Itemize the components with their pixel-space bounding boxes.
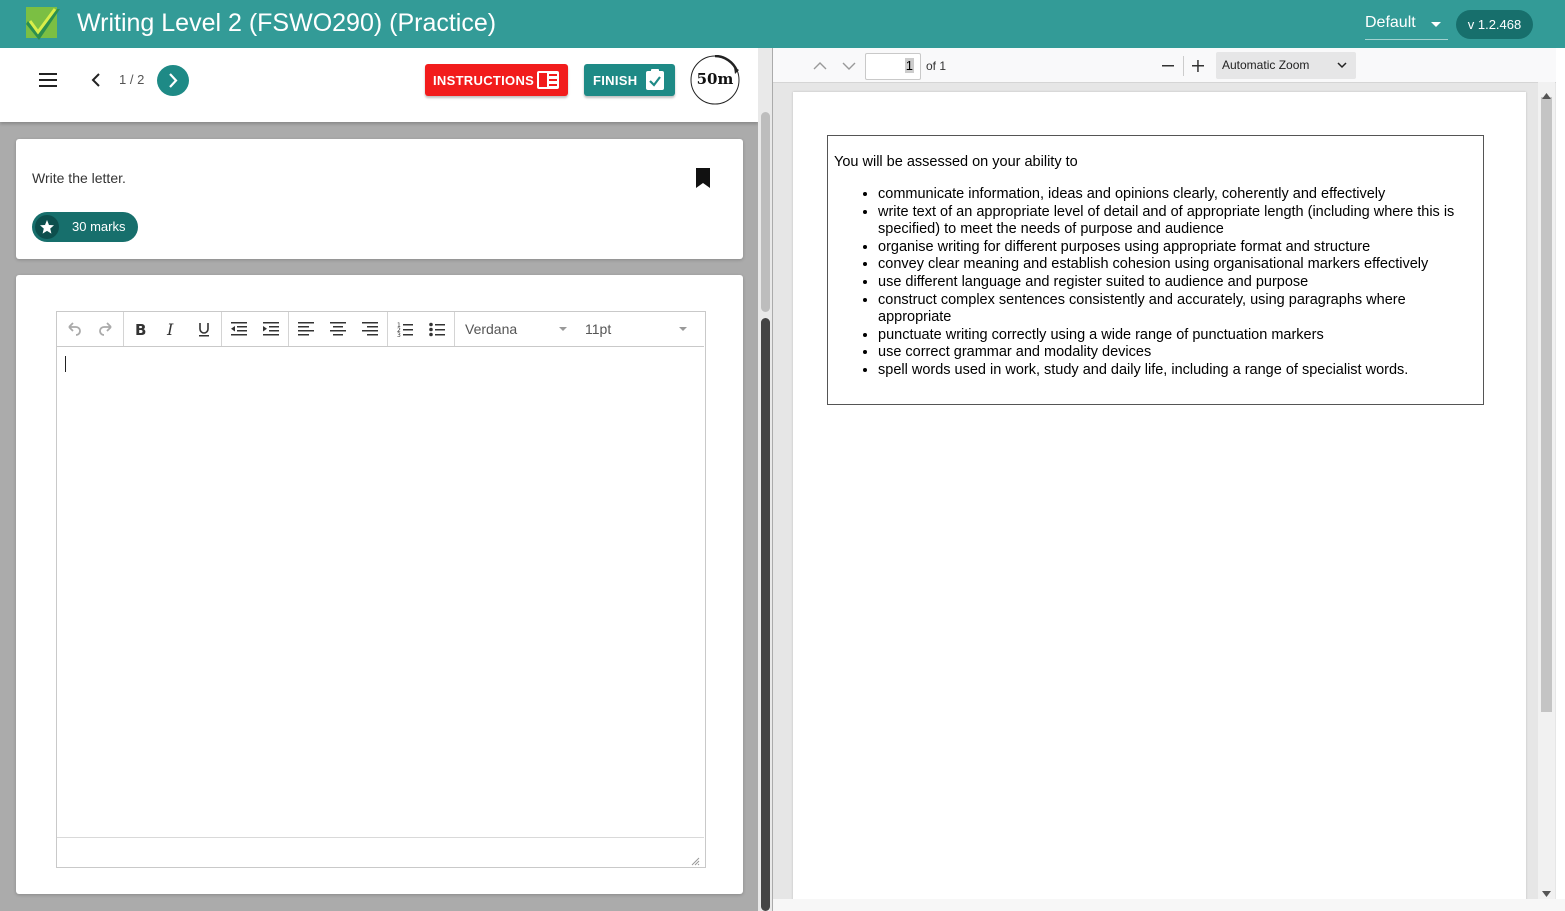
scrollbar-track-upper [761, 112, 770, 312]
bold-icon[interactable]: B [124, 312, 156, 346]
font-family-value: Verdana [465, 321, 518, 337]
list-item: use correct grammar and modality devices [878, 344, 1474, 362]
svg-text:3: 3 [397, 332, 401, 337]
editor-toolbar: B I 123 Verdana 11pt [57, 312, 704, 347]
zoom-in-icon[interactable] [1190, 58, 1206, 74]
question-text: Write the letter. [32, 170, 126, 186]
document-icon [537, 71, 559, 89]
app-title: Writing Level 2 (FSWO290) (Practice) [77, 9, 497, 37]
chevron-down-icon [679, 327, 687, 331]
list-item: punctuate writing correctly using a wide… [878, 327, 1474, 345]
svg-text:I: I [166, 321, 174, 337]
chevron-right-icon [169, 73, 178, 88]
zoom-select[interactable]: Automatic Zoom [1216, 52, 1356, 79]
next-page-icon[interactable] [841, 59, 857, 73]
chevron-down-icon [1337, 62, 1347, 69]
zoom-out-icon[interactable] [1160, 59, 1176, 73]
align-center-icon[interactable] [322, 312, 354, 346]
timer-label: 50m [696, 70, 734, 88]
chevron-down-icon [559, 327, 567, 331]
window-edge [1556, 48, 1565, 911]
toolbar-divider [1183, 56, 1184, 76]
scrollbar-thumb[interactable] [761, 318, 770, 911]
timer: 50m [690, 54, 740, 105]
chevron-down-icon [1431, 22, 1441, 27]
indent-icon[interactable] [255, 312, 287, 346]
instructions-button[interactable]: INSTRUCTIONS [425, 64, 568, 96]
underline-icon[interactable] [188, 312, 220, 346]
font-size-value: 11pt [585, 321, 612, 337]
scroll-up-arrow-icon[interactable] [1542, 86, 1551, 104]
theme-select[interactable]: Default [1365, 12, 1448, 40]
font-size-select[interactable]: 11pt [577, 312, 693, 346]
list-item: write text of an appropriate level of de… [878, 204, 1474, 239]
marks-label: 30 marks [72, 219, 126, 234]
font-family-select[interactable]: Verdana [457, 312, 575, 346]
assessment-intro: You will be assessed on your ability to [834, 154, 1078, 170]
page-total: of 1 [926, 59, 947, 73]
list-item: organise writing for different purposes … [878, 239, 1474, 257]
editor-statusbar [57, 837, 704, 866]
list-item: spell words used in work, study and dail… [878, 362, 1474, 380]
clipboard-check-icon [646, 69, 664, 90]
app-logo-icon [26, 7, 60, 40]
svg-text:B: B [135, 321, 146, 337]
undo-icon[interactable] [58, 312, 90, 346]
question-counter: 1 / 2 [119, 72, 145, 87]
italic-icon[interactable]: I [156, 312, 188, 346]
previous-question-icon[interactable] [88, 71, 104, 89]
star-icon [35, 215, 59, 239]
pdf-scrollbar-thumb[interactable] [1541, 97, 1552, 712]
bookmark-icon[interactable] [695, 168, 711, 188]
finish-button-label: FINISH [593, 73, 638, 88]
hamburger-menu-icon[interactable] [39, 73, 57, 87]
editor-text-area[interactable] [57, 347, 704, 837]
text-cursor [65, 356, 66, 372]
version-badge: v 1.2.468 [1456, 10, 1533, 39]
redo-icon[interactable] [90, 312, 122, 346]
assessment-criteria-list: communicate information, ideas and opini… [834, 186, 1474, 380]
list-item: communicate information, ideas and opini… [878, 186, 1474, 204]
zoom-select-value: Automatic Zoom [1222, 58, 1310, 72]
resize-handle-icon[interactable] [690, 853, 700, 866]
page-number-input[interactable]: 1 [865, 53, 921, 80]
align-right-icon[interactable] [354, 312, 386, 346]
pdf-bottom-strip [773, 899, 1565, 911]
theme-select-value: Default [1365, 14, 1416, 31]
next-question-button[interactable] [157, 65, 189, 96]
previous-page-icon[interactable] [812, 59, 828, 73]
instructions-button-label: INSTRUCTIONS [433, 73, 535, 88]
list-item: construct complex sentences consistently… [878, 292, 1474, 327]
list-item: use different language and register suit… [878, 274, 1474, 292]
finish-button[interactable]: FINISH [584, 64, 675, 96]
page-number-value: 1 [904, 58, 914, 73]
align-left-icon[interactable] [290, 312, 322, 346]
outdent-icon[interactable] [223, 312, 255, 346]
marks-badge: 30 marks [32, 212, 138, 242]
numbered-list-icon[interactable]: 123 [389, 312, 421, 346]
list-item: convey clear meaning and establish cohes… [878, 256, 1474, 274]
bullet-list-icon[interactable] [421, 312, 453, 346]
